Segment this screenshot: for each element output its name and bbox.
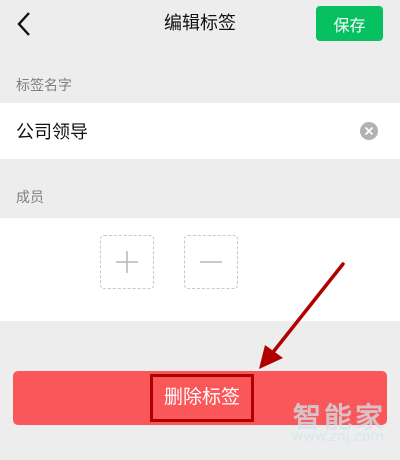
watermark: 智能家 www.znj.com [286,396,386,452]
tag-name-label: 标签名字 [16,78,72,94]
remove-member-button[interactable] [184,235,238,289]
delete-tag-label: 删除标签 [163,387,240,408]
minus-icon [200,261,222,263]
add-member-button[interactable] [100,235,154,289]
save-button[interactable]: 保存 [316,6,383,41]
watermark-url: www.znj.com [292,429,384,445]
members-panel [0,218,400,321]
tag-name-input[interactable] [16,103,346,159]
plus-icon [116,251,138,273]
top-bar: 编辑标签 保存 [0,0,400,48]
tag-name-row [0,103,400,159]
clear-icon[interactable] [360,122,378,140]
members-label: 成员 [16,190,44,206]
